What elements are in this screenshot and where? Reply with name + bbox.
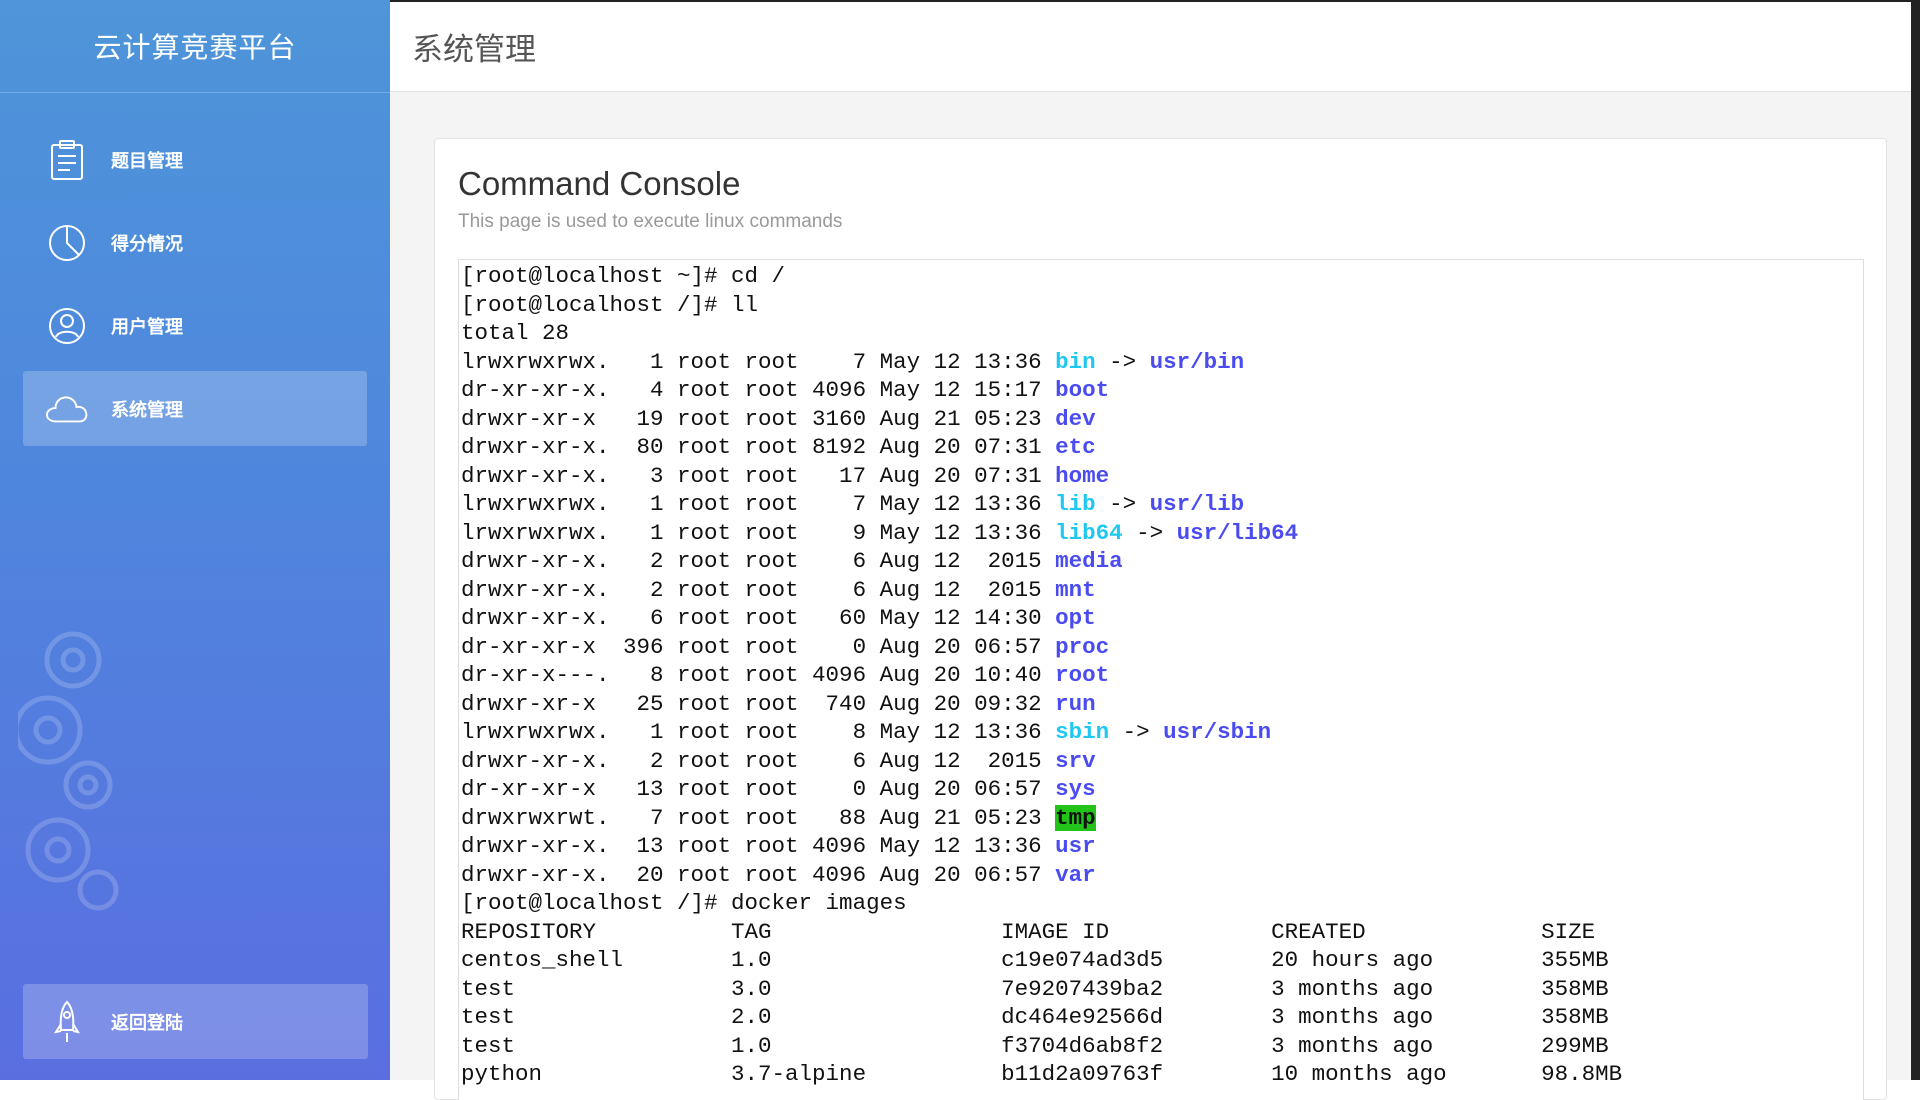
symlink-name: bin	[1055, 348, 1096, 375]
console-lines: [root@localhost ~]# cd / [root@localhost …	[461, 262, 1622, 1089]
directory-name: media	[1055, 548, 1123, 574]
console-line: drwxr-xr-x. 80 root root 8192 Aug 20 07:…	[461, 434, 1096, 460]
console-panel: Command Console This page is used to exe…	[434, 138, 1887, 1100]
directory-name: home	[1055, 462, 1110, 489]
console-line: drwxr-xr-x 19 root root 3160 Aug 21 05:2…	[461, 405, 1096, 432]
topbar: 系统管理	[390, 0, 1920, 92]
symlink-target: usr/sbin	[1163, 719, 1272, 745]
console-line: dr-xr-x---. 8 root root 4096 Aug 20 10:4…	[461, 662, 1110, 688]
panel-subtitle: This page is used to execute linux comma…	[458, 211, 843, 232]
logout-label: 返回登陆	[111, 1012, 183, 1033]
console-line: [root@localhost /]# docker images	[461, 890, 907, 916]
docker-table-row: test 2.0 dc464e92566d 3 months ago 358MB	[461, 1004, 1609, 1030]
directory-name: tmp	[1055, 804, 1096, 831]
console-line: drwxr-xr-x. 6 root root 60 May 12 14:30 …	[461, 605, 1096, 631]
console-line: drwxr-xr-x 25 root root 740 Aug 20 09:32…	[461, 690, 1096, 717]
directory-name: root	[1055, 662, 1110, 688]
directory-name: sys	[1055, 776, 1096, 802]
console-line: drwxr-xr-x. 13 root root 4096 May 12 13:…	[461, 833, 1096, 859]
docker-table-row: centos_shell 1.0 c19e074ad3d5 20 hours a…	[461, 947, 1609, 973]
console-line: drwxr-xr-x. 2 root root 6 Aug 12 2015 sr…	[461, 747, 1096, 774]
symlink-target: usr/lib64	[1176, 519, 1299, 546]
brand-title: 云计算竞赛平台	[0, 0, 390, 93]
directory-name: run	[1055, 690, 1096, 717]
console-line: lrwxrwxrwx. 1 root root 9 May 12 13:36 l…	[461, 519, 1299, 546]
docker-table-row: test 3.0 7e9207439ba2 3 months ago 358MB	[461, 975, 1609, 1002]
directory-name: opt	[1055, 605, 1096, 631]
sidebar: 云计算竞赛平台 题目管理 得分情况 用户管理 系统管理 返回登陆	[0, 0, 390, 1080]
console-line: drwxr-xr-x. 20 root root 4096 Aug 20 06:…	[461, 861, 1096, 888]
symlink-name: lib	[1055, 491, 1096, 517]
directory-name: usr	[1055, 833, 1096, 859]
sidebar-item-label: 系统管理	[111, 399, 183, 420]
directory-name: boot	[1055, 377, 1110, 403]
logout-button[interactable]: 返回登陆	[23, 984, 368, 1059]
console-line: drwxrwxrwt. 7 root root 88 Aug 21 05:23 …	[461, 804, 1096, 831]
console-line: lrwxrwxrwx. 1 root root 8 May 12 13:36 s…	[461, 719, 1272, 745]
sidebar-item-label: 题目管理	[111, 150, 183, 171]
command-console-output[interactable]: [root@localhost ~]# cd / [root@localhost …	[458, 259, 1864, 1100]
directory-name: var	[1055, 861, 1096, 888]
console-line: dr-xr-xr-x 396 root root 0 Aug 20 06:57 …	[461, 633, 1110, 660]
pie-chart-icon	[45, 221, 89, 265]
symlink-name: lib64	[1055, 519, 1123, 546]
window-scrollbar[interactable]	[1911, 0, 1920, 1080]
console-line: drwxr-xr-x. 2 root root 6 Aug 12 2015 mn…	[461, 576, 1096, 603]
sidebar-item-questions[interactable]: 题目管理	[23, 122, 367, 197]
panel-title: Command Console	[458, 165, 741, 202]
cloud-icon	[45, 387, 89, 431]
page-title: 系统管理	[412, 32, 536, 67]
symlink-target: usr/bin	[1149, 348, 1245, 375]
gears-decoration	[18, 631, 119, 911]
directory-name: mnt	[1055, 576, 1096, 603]
console-line: drwxr-xr-x. 3 root root 17 Aug 20 07:31 …	[461, 462, 1110, 489]
console-line: dr-xr-xr-x. 4 root root 4096 May 12 15:1…	[461, 377, 1110, 403]
directory-name: etc	[1055, 434, 1096, 460]
directory-name: proc	[1055, 633, 1110, 660]
sidebar-nav: 题目管理 得分情况 用户管理 系统管理	[0, 122, 390, 454]
console-line: [root@localhost /]# ll	[461, 291, 759, 318]
directory-name: dev	[1055, 405, 1096, 432]
console-line: total 28	[461, 320, 570, 346]
clipboard-icon	[45, 138, 89, 182]
docker-table-header: REPOSITORY TAG IMAGE ID CREATED SIZE	[461, 918, 1596, 945]
sidebar-item-label: 用户管理	[111, 316, 183, 337]
sidebar-item-users[interactable]: 用户管理	[23, 288, 367, 363]
rocket-icon	[45, 1000, 89, 1044]
console-line: [root@localhost ~]# cd /	[461, 263, 786, 289]
symlink-name: sbin	[1055, 719, 1110, 745]
content-area: Command Console This page is used to exe…	[390, 92, 1920, 1100]
symlink-target: usr/lib	[1149, 491, 1245, 517]
console-line: lrwxrwxrwx. 1 root root 7 May 12 13:36 b…	[461, 348, 1245, 375]
console-line: dr-xr-xr-x 13 root root 0 Aug 20 06:57 s…	[461, 776, 1096, 802]
sidebar-item-scores[interactable]: 得分情况	[23, 205, 367, 280]
docker-table-row: python 3.7-alpine b11d2a09763f 10 months…	[461, 1061, 1623, 1087]
user-icon	[45, 304, 89, 348]
console-line: drwxr-xr-x. 2 root root 6 Aug 12 2015 me…	[461, 548, 1123, 574]
console-line: lrwxrwxrwx. 1 root root 7 May 12 13:36 l…	[461, 491, 1245, 517]
docker-table-row: test 1.0 f3704d6ab8f2 3 months ago 299MB	[461, 1032, 1609, 1059]
sidebar-item-system[interactable]: 系统管理	[23, 371, 367, 446]
sidebar-item-label: 得分情况	[111, 233, 183, 254]
directory-name: srv	[1055, 747, 1096, 774]
